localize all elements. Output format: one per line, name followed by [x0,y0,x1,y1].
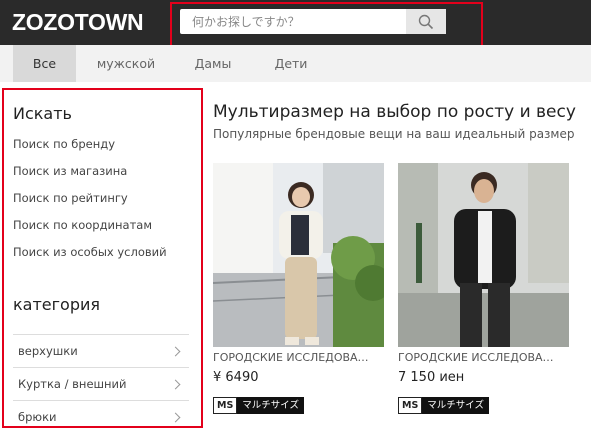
product-card[interactable]: ГОРОДСКИЕ ИССЛЕДОВА… ¥ 6490 MS マルチサイズ [213,163,384,431]
product-price: 7 150 иен [398,370,465,385]
section-subtitle: Популярные брендовые вещи на ваш идеальн… [213,127,575,141]
product-card[interactable]: ГОРОДСКИЕ ИССЛЕДОВА… 7 150 иен MS マルチサイズ [398,163,569,431]
ms-text: マルチサイズ [422,397,490,414]
ms-tag: MS [398,397,423,414]
tab-all[interactable]: Все [13,45,76,82]
product-image[interactable] [213,163,384,347]
product-brand: ГОРОДСКИЕ ИССЛЕДОВА… [398,351,554,364]
tab-kids[interactable]: Дети [258,45,324,82]
tab-women[interactable]: Дамы [180,45,246,82]
section-title: Мультиразмер на выбор по росту и весу [213,102,576,122]
gender-tab-bar: Все мужской Дамы Дети [0,45,591,82]
tab-men[interactable]: мужской [84,45,168,82]
multisize-badge: MS マルチサイズ [398,397,490,414]
zozotown-logo[interactable]: ZOZOTOWN [12,9,144,36]
sidebar-highlight-box [2,88,203,428]
multisize-badge: MS マルチサイズ [213,397,305,414]
product-price: ¥ 6490 [213,370,259,385]
product-brand: ГОРОДСКИЕ ИССЛЕДОВА… [213,351,369,364]
ms-text: マルチサイズ [237,397,305,414]
product-image[interactable] [398,163,569,347]
ms-tag: MS [213,397,238,414]
